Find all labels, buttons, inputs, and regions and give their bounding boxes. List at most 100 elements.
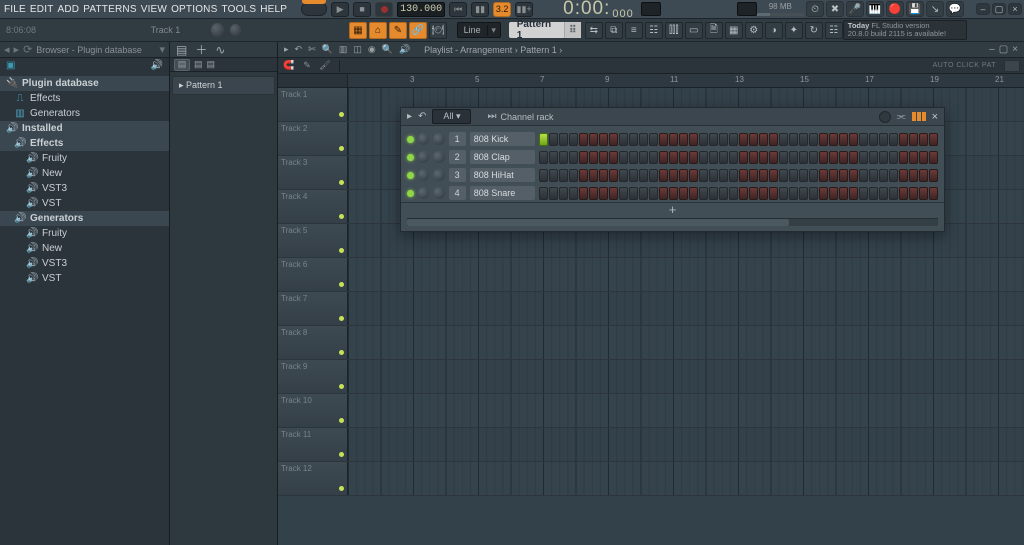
step[interactable] <box>539 169 548 182</box>
channel-number[interactable]: 1 <box>449 132 466 146</box>
top-icon-2[interactable]: 🎤 <box>846 1 864 17</box>
picker-tab-audio[interactable]: ▤ <box>194 59 203 70</box>
step[interactable] <box>599 133 608 146</box>
picker-menu-icon[interactable]: ▤ <box>176 43 187 57</box>
channel-vol-knob[interactable] <box>433 187 444 199</box>
step[interactable] <box>619 133 628 146</box>
step[interactable] <box>859 187 868 200</box>
menu-add[interactable]: ADD <box>58 4 80 15</box>
track-grid[interactable] <box>348 360 1024 393</box>
step[interactable] <box>819 151 828 164</box>
step[interactable] <box>699 151 708 164</box>
step[interactable] <box>759 169 768 182</box>
step[interactable] <box>569 187 578 200</box>
channel-mute[interactable] <box>407 190 414 197</box>
rack-hscroll[interactable] <box>407 218 938 226</box>
step[interactable] <box>769 187 778 200</box>
step[interactable] <box>739 187 748 200</box>
track-grid[interactable] <box>348 394 1024 427</box>
track-header[interactable]: Track 10 <box>278 394 348 427</box>
step[interactable] <box>639 169 648 182</box>
top-icon-7[interactable]: 💬 <box>946 1 964 17</box>
step[interactable] <box>719 169 728 182</box>
channel-name[interactable]: 808 Kick <box>470 132 535 146</box>
step[interactable] <box>659 169 668 182</box>
mute-dot[interactable] <box>339 248 344 253</box>
step[interactable] <box>609 151 618 164</box>
step[interactable] <box>889 133 898 146</box>
step[interactable] <box>729 151 738 164</box>
step[interactable] <box>859 133 868 146</box>
channel-number[interactable]: 2 <box>449 150 466 164</box>
step[interactable] <box>619 169 628 182</box>
picker-tab-auto[interactable]: ▤ <box>207 59 216 70</box>
step[interactable] <box>659 187 668 200</box>
step[interactable] <box>649 151 658 164</box>
window-toggle-2[interactable]: ✎ <box>389 22 407 39</box>
step[interactable] <box>809 169 818 182</box>
step[interactable] <box>559 187 568 200</box>
step[interactable] <box>669 187 678 200</box>
channel-name[interactable]: 808 Snare <box>470 186 535 200</box>
step[interactable] <box>899 169 908 182</box>
undo-icon[interactable]: ↶ <box>295 44 303 55</box>
step[interactable] <box>909 187 918 200</box>
rack-undo-icon[interactable]: ↶ <box>418 111 426 122</box>
step[interactable] <box>729 187 738 200</box>
step[interactable] <box>839 133 848 146</box>
step[interactable] <box>899 151 908 164</box>
step[interactable] <box>559 169 568 182</box>
track-header[interactable]: Track 9 <box>278 360 348 393</box>
tree-node-fruity[interactable]: 🔊Fruity <box>0 151 169 166</box>
step[interactable] <box>679 133 688 146</box>
step[interactable] <box>619 187 628 200</box>
panel-icon-6[interactable]: 🗎 <box>705 22 723 39</box>
step[interactable] <box>709 151 718 164</box>
menu-file[interactable]: FILE <box>4 4 26 15</box>
mute-dot[interactable] <box>339 418 344 423</box>
step[interactable] <box>899 133 908 146</box>
mute-dot[interactable] <box>339 452 344 457</box>
step[interactable] <box>779 187 788 200</box>
menu-help[interactable]: HELP <box>260 4 287 15</box>
chevron-down-icon[interactable]: ▾ <box>159 43 165 56</box>
step[interactable] <box>629 133 638 146</box>
step[interactable] <box>879 187 888 200</box>
step[interactable] <box>849 151 858 164</box>
top-icon-0[interactable]: ⏲ <box>806 1 824 17</box>
window-close[interactable]: × <box>1008 3 1022 15</box>
track-header[interactable]: Track 11 <box>278 428 348 461</box>
tempo-display[interactable]: 130.000 <box>397 2 445 17</box>
step[interactable] <box>909 169 918 182</box>
rack-close[interactable]: × <box>932 111 938 123</box>
step[interactable] <box>649 187 658 200</box>
pattern-item[interactable]: ▸ Pattern 1 <box>172 76 275 95</box>
step[interactable] <box>539 133 548 146</box>
pattern-selector[interactable]: Pattern 1⠿ <box>509 22 581 38</box>
step[interactable] <box>669 133 678 146</box>
camera-icon[interactable]: ◉ <box>368 44 376 55</box>
playlist-tab[interactable] <box>1004 60 1020 72</box>
tree-node-vst3[interactable]: 🔊VST3 <box>0 256 169 271</box>
step[interactable] <box>729 133 738 146</box>
track-header[interactable]: Track 7 <box>278 292 348 325</box>
step[interactable] <box>829 169 838 182</box>
step[interactable] <box>779 169 788 182</box>
step[interactable] <box>889 151 898 164</box>
panel-icon-7[interactable]: ▦ <box>725 22 743 39</box>
step[interactable] <box>739 151 748 164</box>
bar-21[interactable]: 21 <box>995 75 1004 84</box>
snap-selector[interactable]: Line▾ <box>457 22 501 38</box>
step[interactable] <box>799 169 808 182</box>
tree-node-new[interactable]: 🔊New <box>0 241 169 256</box>
track-header[interactable]: Track 1 <box>278 88 348 121</box>
step[interactable] <box>669 169 678 182</box>
zoom-icon[interactable]: 🔍 <box>382 44 393 55</box>
step[interactable] <box>649 169 658 182</box>
window-toggle-1[interactable]: ⌂ <box>369 22 387 39</box>
track-header[interactable]: Track 2 <box>278 122 348 155</box>
speaker2-icon[interactable]: 🔊 <box>399 44 410 55</box>
tree-node-effects[interactable]: ⎍Effects <box>0 91 169 106</box>
playlist-menu-icon[interactable]: ▸ <box>284 44 289 55</box>
rack-add-channel[interactable]: + <box>401 202 944 216</box>
